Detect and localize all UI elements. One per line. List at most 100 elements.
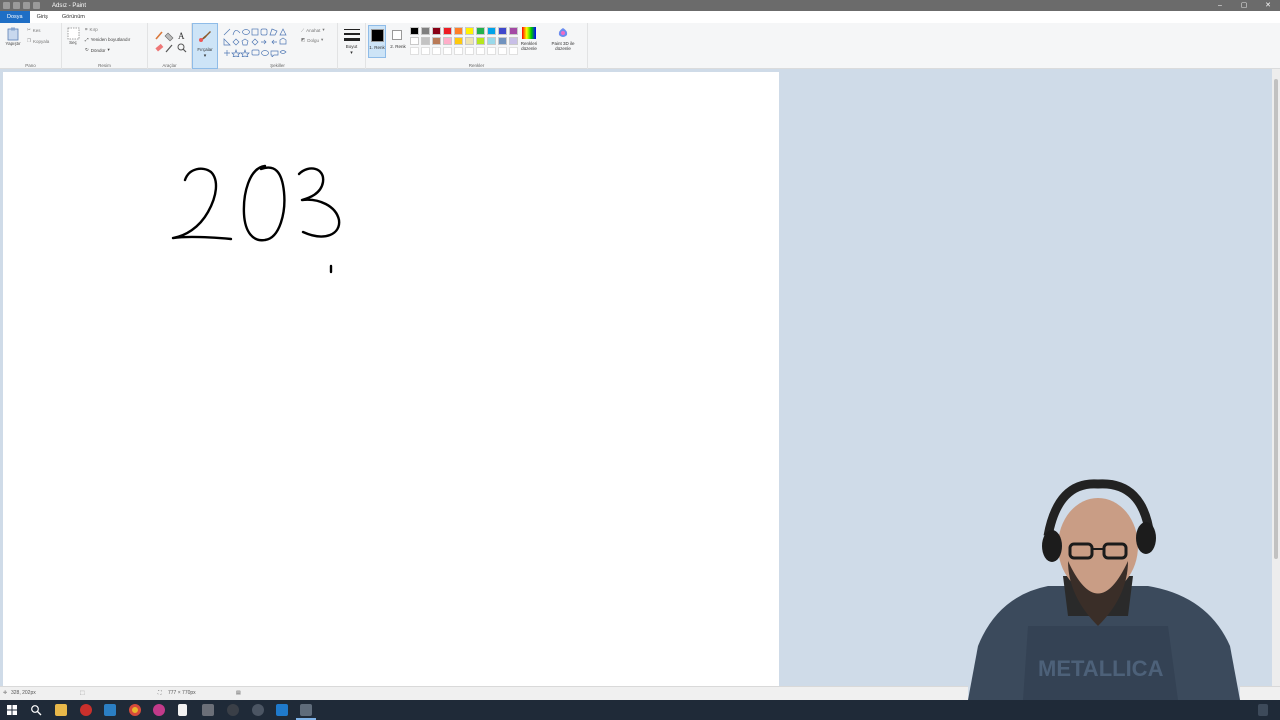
eraser-icon[interactable] [155,43,164,52]
paint-taskbar-icon[interactable] [300,704,312,716]
palette-swatch[interactable] [421,37,430,45]
tab-home[interactable]: Giriş [30,11,55,23]
text-icon[interactable]: A [178,31,185,41]
close-button[interactable]: ✕ [1256,0,1280,11]
notepad-icon[interactable] [178,704,187,716]
rotate-button[interactable]: ↻ Döndür ▾ [85,47,110,53]
palette-swatch[interactable] [443,37,452,45]
color2-button[interactable]: 2. Renk [389,25,407,58]
palette-swatch[interactable] [509,37,518,45]
custom-color-slot[interactable] [410,47,419,55]
palette-swatch[interactable] [487,27,496,35]
vscode-icon[interactable] [276,704,288,716]
select-icon [67,27,79,40]
paste-button[interactable]: Yapıştır [4,27,22,46]
custom-color-slot[interactable] [454,47,463,55]
canvas-size-icon: ⛶ [158,690,162,696]
chrome-profile-icon[interactable] [153,704,165,716]
pencil-icon[interactable] [155,31,163,40]
save-icon[interactable] [13,2,20,9]
tab-view[interactable]: Görünüm [55,11,92,23]
drawing-canvas[interactable]: 203 [3,72,779,686]
palette-swatch[interactable] [410,37,419,45]
palette-swatch[interactable] [498,37,507,45]
opera-icon[interactable] [80,704,92,716]
scissors-icon: ✂ [27,27,31,32]
minimize-button[interactable]: – [1208,0,1232,11]
copy-label: Kopyala [33,38,50,44]
palette-swatch[interactable] [498,27,507,35]
quick-access-toolbar [0,2,40,9]
chevron-down-icon: ▾ [321,37,324,42]
handwriting [171,164,341,274]
custom-color-slot[interactable] [509,47,518,55]
palette-swatch[interactable] [487,37,496,45]
magnifier-icon[interactable] [177,43,187,53]
size-button[interactable]: Boyut ▾ [338,23,366,69]
maximize-button[interactable]: ▢ [1232,0,1256,11]
palette-swatch[interactable] [432,37,441,45]
windows-start-icon[interactable] [6,704,18,716]
palette-swatch[interactable] [465,27,474,35]
crop-button[interactable]: ⌗ Kırp [85,27,98,32]
tools-group-label: Araçlar [162,63,177,68]
search-icon[interactable] [30,704,42,716]
clipboard-group-label: Pano [25,63,36,68]
shapes-group-label: Şekiller [270,63,285,68]
custom-color-slot[interactable] [443,47,452,55]
chrome-icon[interactable] [129,704,141,716]
resize-icon: ⤢ [85,37,89,42]
ribbon: Yapıştır ✂ Kes ❐ Kopyala Pano Seç ⌗ Kırp ⤢ Y… [0,23,1280,69]
custom-color-slot[interactable] [476,47,485,55]
fill-bucket-icon[interactable] [164,32,174,42]
paste-label: Yapıştır [5,41,21,46]
redo-icon[interactable] [33,2,40,9]
copy-button[interactable]: ❐ Kopyala [27,38,49,44]
color1-label: 1. Renk [369,45,385,50]
color1-button[interactable]: 1. Renk [368,25,386,58]
edit-colors-button[interactable]: Renkleri düzenle [518,27,540,51]
palette-swatch[interactable] [476,27,485,35]
outline-dropdown[interactable]: ⟋ Anahat ▾ [301,27,325,33]
resize-label: Yeniden boyutlandır [90,37,131,42]
palette-swatch[interactable] [465,37,474,45]
brushes-button[interactable]: Fırçalar ▾ [192,23,218,69]
telegram-icon[interactable] [104,704,116,716]
fill-dropdown[interactable]: ◩ Dolgu ▾ [301,37,323,43]
custom-color-slot[interactable] [465,47,474,55]
palette-swatch[interactable] [410,27,419,35]
resize-button[interactable]: ⤢ Yeniden boyutlandır [85,37,130,42]
tab-file[interactable]: Dosya [0,11,30,23]
app-icon[interactable] [202,704,214,716]
palette-swatch[interactable] [454,37,463,45]
notification-icon[interactable] [1258,704,1268,716]
select-button[interactable]: Seç [65,27,81,45]
custom-color-slot[interactable] [432,47,441,55]
color-picker-icon[interactable] [165,44,173,53]
cut-button[interactable]: ✂ Kes [27,27,41,33]
custom-color-slot[interactable] [487,47,496,55]
chevron-down-icon: ▾ [322,27,325,32]
vertical-scrollbar[interactable] [1272,69,1280,686]
obs-icon[interactable] [252,704,264,716]
custom-color-slot[interactable] [498,47,507,55]
custom-color-slot[interactable] [421,47,430,55]
paint3d-button[interactable]: Paint 3D ile düzenle [546,27,580,51]
scrollbar-thumb[interactable] [1274,79,1278,559]
fill-icon: ◩ [301,37,306,42]
palette-swatch[interactable] [421,27,430,35]
size-label: Boyut [345,44,358,49]
palette-swatch[interactable] [509,27,518,35]
undo-icon[interactable] [23,2,30,9]
palette-swatch[interactable] [432,27,441,35]
file-explorer-icon[interactable] [55,704,67,716]
selection-size-icon: ⬚ [80,690,85,696]
digit-2 [171,167,233,241]
palette-swatch[interactable] [454,27,463,35]
color1-swatch [371,29,384,42]
shapes-gallery[interactable] [222,27,296,57]
settings-icon[interactable] [227,704,239,716]
cursor-icon: ✛ [3,690,8,696]
palette-swatch[interactable] [476,37,485,45]
palette-swatch[interactable] [443,27,452,35]
